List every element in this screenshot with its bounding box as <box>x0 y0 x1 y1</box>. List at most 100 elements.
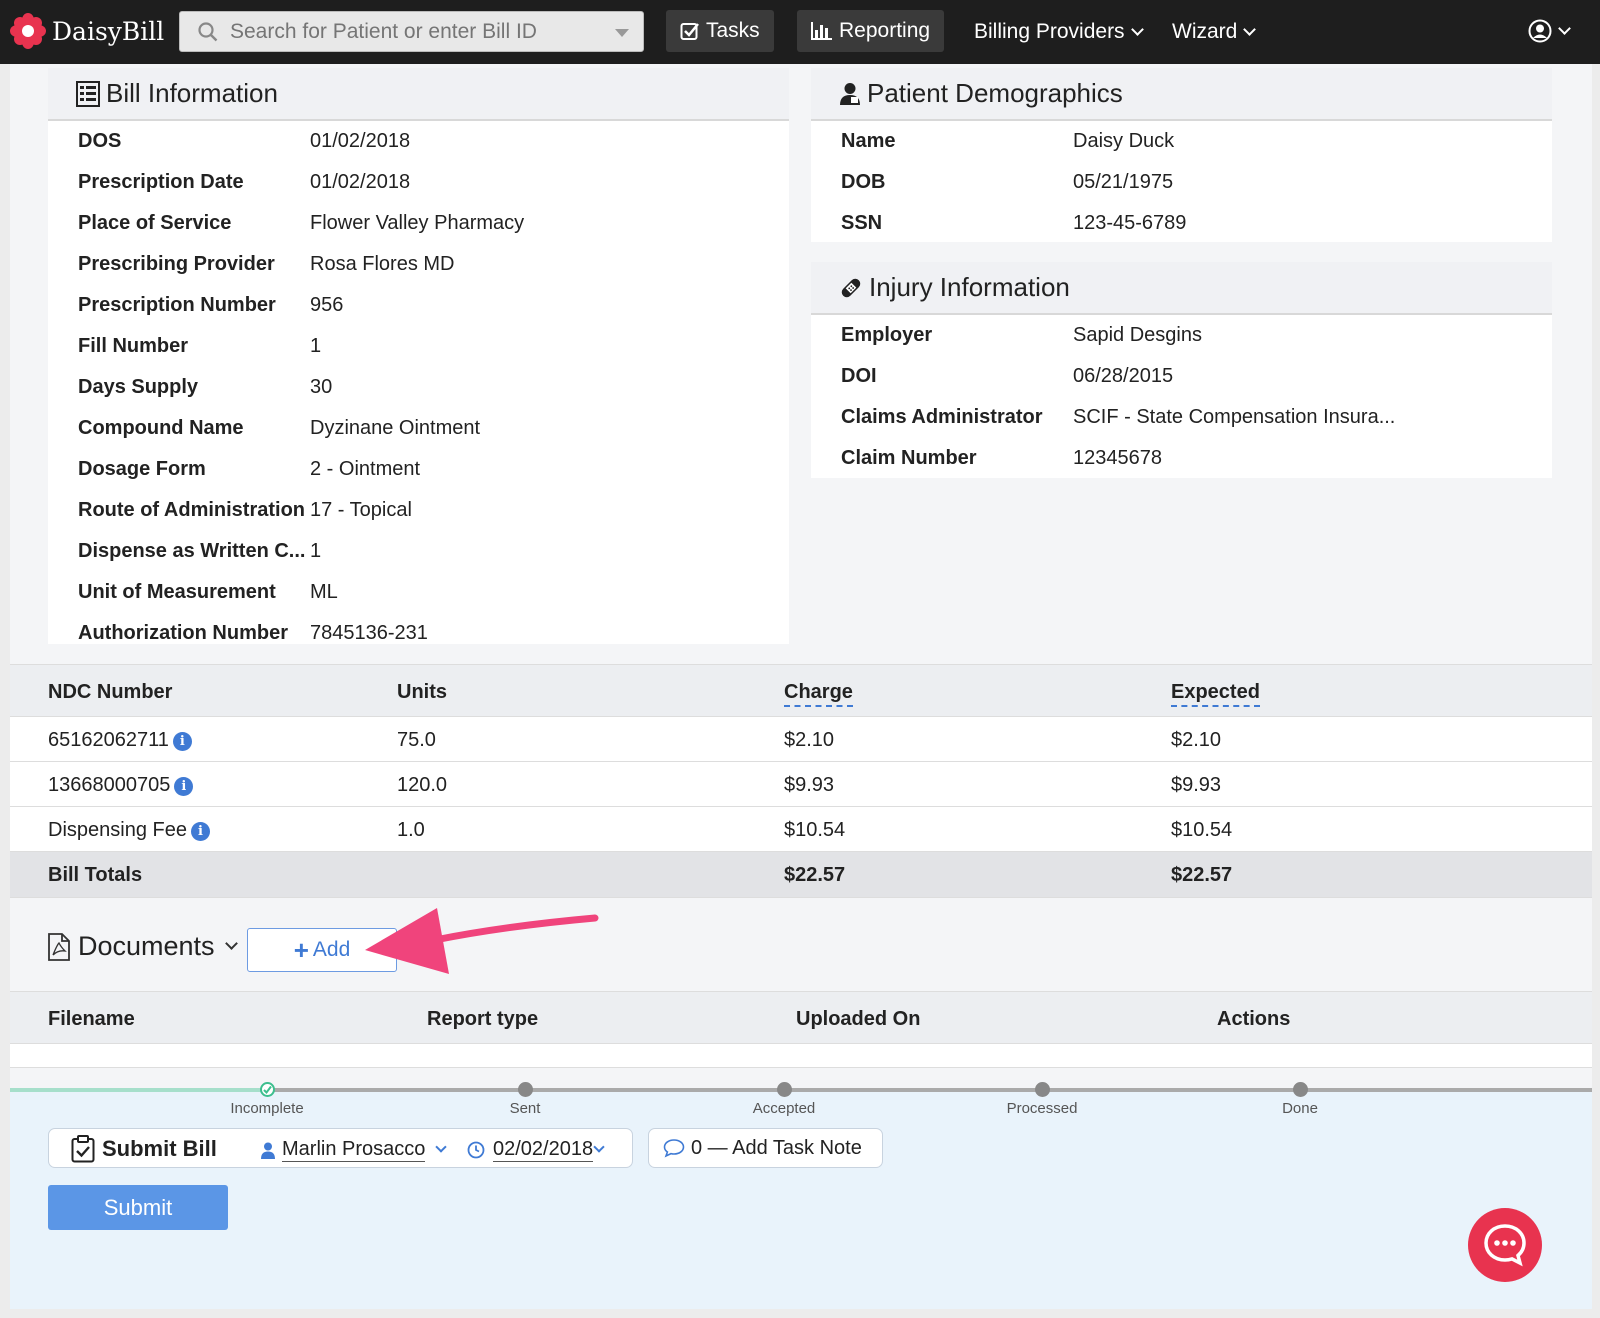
user-menu[interactable] <box>1528 19 1571 43</box>
kv-row: DOI 06/28/2015 <box>811 356 1552 397</box>
bill-totals-row: Bill Totals $22.57 $22.57 <box>10 852 1592 898</box>
units-cell: 120.0 <box>397 774 448 796</box>
field-label: Dispense as Written C... <box>78 540 306 562</box>
annotation-arrow-icon <box>365 908 599 974</box>
kv-row: Prescription Number 956 <box>48 285 789 326</box>
injury-information-card: Injury Information Employer Sapid Desgins… <box>811 262 1552 478</box>
empty-row <box>10 1044 1592 1068</box>
field-label: Fill Number <box>78 335 189 357</box>
field-label: Name <box>841 130 896 152</box>
step-dot-accepted <box>777 1082 792 1097</box>
step-label: Sent <box>509 1100 541 1117</box>
patient-search[interactable] <box>179 11 644 52</box>
reporting-button[interactable]: Reporting <box>797 10 945 52</box>
field-value: 06/28/2015 <box>1073 365 1174 387</box>
kv-row: Days Supply 30 <box>48 367 789 408</box>
field-label: Unit of Measurement <box>78 581 276 603</box>
table-header: NDC Number Units Charge Expected <box>10 664 1592 717</box>
ndc-number: 65162062711 <box>48 729 169 751</box>
step-dot-sent <box>518 1082 533 1097</box>
kv-row: Claims Administrator SCIF - State Compens… <box>811 397 1552 438</box>
charge-cell: $10.54 <box>784 819 846 841</box>
kv-row: Place of Service Flower Valley Pharmacy <box>48 203 789 244</box>
ndc-number: 13668000705 <box>48 774 171 796</box>
logo[interactable]: DaisyBill <box>10 13 164 49</box>
progress-fill <box>10 1088 268 1092</box>
chat-launcher-button[interactable] <box>1468 1208 1542 1282</box>
kv-row: Compound Name Dyzinane Ointment <box>48 408 789 449</box>
due-date-picker[interactable]: 02/02/2018 <box>467 1138 605 1162</box>
total-charge: $22.57 <box>784 864 846 886</box>
step-label: Incomplete <box>230 1100 304 1117</box>
kv-row: Claim Number 12345678 <box>811 438 1552 479</box>
billing-providers-menu[interactable]: Billing Providers <box>974 20 1144 44</box>
chevron-down-icon <box>435 1141 448 1153</box>
assignee-select[interactable]: Marlin Prosacco <box>261 1138 448 1162</box>
assignee-name: Marlin Prosacco <box>282 1138 426 1162</box>
pdf-file-icon <box>48 932 70 961</box>
documents-title: Documents <box>78 931 215 961</box>
kv-row: Prescription Date 01/02/2018 <box>48 162 789 203</box>
field-value: 17 - Topical <box>310 499 412 521</box>
info-icon[interactable]: i <box>172 732 192 751</box>
field-label: Compound Name <box>78 417 244 439</box>
documents-table: Filename Report type Uploaded On Actions <box>10 991 1592 1068</box>
field-label: DOI <box>841 365 877 387</box>
field-value: 1 <box>310 335 322 357</box>
expected-cell: $2.10 <box>1171 729 1222 751</box>
task-panel <box>10 1090 1592 1309</box>
field-label: Route of Administration <box>78 499 306 521</box>
bill-info-list: DOS 01/02/2018 Prescription Date 01/02/201… <box>48 121 789 654</box>
field-value: 123-45-6789 <box>1073 212 1187 234</box>
billing-providers-label: Billing Providers <box>974 20 1125 43</box>
wizard-menu[interactable]: Wizard <box>1172 20 1257 44</box>
tasks-button[interactable]: Tasks <box>666 10 774 52</box>
col-header-expected[interactable]: Expected <box>1171 681 1260 707</box>
field-value: 12345678 <box>1073 447 1162 469</box>
field-label: Dosage Form <box>78 458 206 480</box>
field-label: SSN <box>841 212 883 234</box>
card-title: Patient Demographics <box>867 78 1123 108</box>
task-title: Submit Bill <box>102 1136 217 1161</box>
field-label: Prescription Number <box>78 294 276 316</box>
step-label: Accepted <box>752 1100 816 1117</box>
charge-cell: $9.93 <box>784 774 835 796</box>
daisy-logo-icon <box>10 13 46 49</box>
documents-toggle[interactable]: Documents <box>48 931 238 962</box>
step-dot-done <box>1293 1082 1308 1097</box>
bill-information-card: Bill Information DOS 01/02/2018 Prescript… <box>48 68 789 644</box>
card-header: Bill Information <box>48 68 789 121</box>
field-value: 01/02/2018 <box>310 130 411 152</box>
col-header-charge[interactable]: Charge <box>784 681 853 707</box>
ndc-cell: Dispensing Fee i <box>48 819 210 842</box>
kv-row: Name Daisy Duck <box>811 121 1552 162</box>
col-header-actions: Actions <box>1217 1008 1291 1030</box>
info-icon[interactable]: i <box>174 777 194 796</box>
kv-row: DOB 05/21/1975 <box>811 162 1552 203</box>
add-task-note-button[interactable]: 0 — Add Task Note <box>648 1128 883 1168</box>
field-value: 05/21/1975 <box>1073 171 1174 193</box>
totals-label: Bill Totals <box>48 864 143 886</box>
field-label: DOS <box>78 130 122 152</box>
field-value: 30 <box>310 376 333 398</box>
field-value: SCIF - State Compensation Insura... <box>1073 406 1396 428</box>
submit-button[interactable]: Submit <box>48 1185 228 1230</box>
step-label: Processed <box>1006 1100 1078 1117</box>
info-icon[interactable]: i <box>190 822 210 841</box>
chevron-down-icon <box>224 937 238 950</box>
col-header-report-type: Report type <box>427 1008 539 1030</box>
dropdown-caret-icon[interactable] <box>615 29 629 37</box>
col-header-filename: Filename <box>48 1008 135 1030</box>
kv-row: Fill Number 1 <box>48 326 789 367</box>
card-header: Injury Information <box>811 262 1552 315</box>
brand-name: DaisyBill <box>52 16 165 46</box>
clock-icon <box>467 1141 485 1159</box>
field-label: Days Supply <box>78 376 199 398</box>
table-header: Filename Report type Uploaded On Actions <box>10 991 1592 1044</box>
line-items-table: NDC Number Units Charge Expected 6516206… <box>10 664 1592 898</box>
ndc-cell: 13668000705 i <box>48 774 194 797</box>
search-input[interactable] <box>230 19 610 44</box>
patient-demographics-card: Patient Demographics Name Daisy Duck DOB 0… <box>811 68 1552 242</box>
field-value: 01/02/2018 <box>310 171 411 193</box>
user-circle-icon <box>1528 19 1552 43</box>
